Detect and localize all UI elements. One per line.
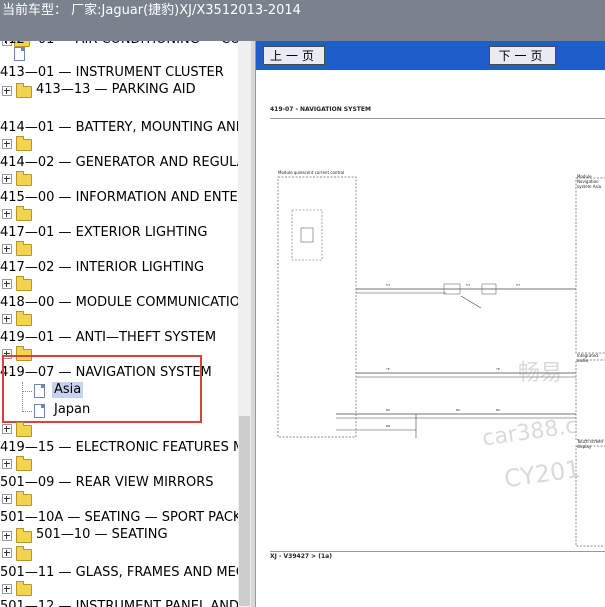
folder-icon xyxy=(16,83,32,98)
tree-item-label: 412—01 — AIR CONDITIONING — CONTROLS xyxy=(0,41,238,49)
folder-icon xyxy=(16,136,32,151)
highlight-box xyxy=(2,355,202,423)
tree-item-label: 417—02 — INTERIOR LIGHTING xyxy=(0,260,205,275)
folder-icon xyxy=(16,276,32,291)
relay-box xyxy=(291,209,323,261)
tree-item[interactable]: 415—00 — INFORMATION AND ENTERTAINMENT xyxy=(0,190,238,208)
svg-text:BU: BU xyxy=(456,408,460,412)
tree-item-label: 501—10 — SEATING xyxy=(36,527,168,542)
svg-text:BU: BU xyxy=(386,408,390,412)
folder-icon xyxy=(16,171,32,186)
integrated-audio-label: Integrated audio xyxy=(577,353,598,363)
divider xyxy=(270,551,605,552)
tree-item-label: 419—15 — ELECTRONIC FEATURES MODULE xyxy=(0,440,238,455)
svg-text:YE: YE xyxy=(386,367,390,371)
tree-item[interactable]: 501—11 — GLASS, FRAMES AND MECHANISMS xyxy=(0,565,238,583)
relay xyxy=(300,227,314,243)
tree-item-label: 413—13 — PARKING AID xyxy=(36,82,196,97)
tree-item-label: 414—01 — BATTERY, MOUNTING AND CABLES xyxy=(0,120,238,135)
module-nav-label: Module Navigation system Asia xyxy=(577,174,602,189)
expand-icon[interactable] xyxy=(2,209,12,219)
svg-text:BN: BN xyxy=(386,424,390,428)
tree-item-label: 501—11 — GLASS, FRAMES AND MECHANISMS xyxy=(0,565,238,580)
module-box xyxy=(575,359,605,441)
page-icon xyxy=(14,47,25,61)
wiring-diagram: UT UT UT YE YE BU BU BU BN xyxy=(277,176,605,547)
expand-icon[interactable] xyxy=(2,424,12,434)
tree-item-label: 501—09 — REAR VIEW MIRRORS xyxy=(0,475,214,490)
folder-icon xyxy=(16,546,32,561)
expand-icon[interactable] xyxy=(2,548,12,558)
tree-item-label: 417—01 — EXTERIOR LIGHTING xyxy=(0,225,208,240)
tree-item[interactable]: 414—01 — BATTERY, MOUNTING AND CABLES xyxy=(0,120,238,138)
folder-icon xyxy=(16,241,32,256)
tree-item[interactable]: 419—15 — ELECTRONIC FEATURES MODULE xyxy=(0,440,238,458)
module-quiescent-label: Module quiescent current control xyxy=(278,170,345,175)
folder-icon xyxy=(16,581,32,596)
folder-icon xyxy=(16,456,32,471)
tree-item[interactable]: 501—10 — SEATING xyxy=(36,527,238,545)
svg-text:BU: BU xyxy=(496,408,500,412)
touch-screen-label: Touch screen display xyxy=(577,439,604,449)
expand-icon[interactable] xyxy=(2,86,12,96)
tree-item[interactable]: 417—02 — INTERIOR LIGHTING xyxy=(0,260,238,278)
folder-icon xyxy=(16,422,32,437)
tree-item-label: 413—01 — INSTRUMENT CLUSTER xyxy=(0,65,224,80)
svg-text:UT: UT xyxy=(466,283,470,287)
tree-item[interactable]: 413—01 — INSTRUMENT CLUSTER xyxy=(0,65,238,83)
tree-item-label: 414—02 — GENERATOR AND REGULATOR xyxy=(0,155,238,170)
expand-icon[interactable] xyxy=(2,139,12,149)
module-box xyxy=(575,445,605,547)
scrollbar-thumb[interactable] xyxy=(239,416,250,606)
document-viewer: 上一页 下一页 419-07 - NAVIGATION SYSTEM UT UT… xyxy=(255,41,605,607)
page-nav-bar: 上一页 下一页 xyxy=(256,41,605,70)
tree-item[interactable]: 417—01 — EXTERIOR LIGHTING xyxy=(0,225,238,243)
folder-icon xyxy=(16,206,32,221)
tree-item-label: 418—00 — MODULE COMMUNICATIONS xyxy=(0,295,238,310)
folder-icon xyxy=(16,491,32,506)
tree-item-label: 501—12 — INSTRUMENT PANEL AND CONSOLE xyxy=(0,599,238,607)
module-box xyxy=(575,177,605,354)
tree-item-label: 415—00 — INFORMATION AND ENTERTAINMENT xyxy=(0,190,238,205)
wiring-diagram-page: 419-07 - NAVIGATION SYSTEM UT UT UT YE Y… xyxy=(256,70,605,607)
tree-item[interactable]: 501—12 — INSTRUMENT PANEL AND CONSOLE xyxy=(0,599,238,607)
expand-icon[interactable] xyxy=(2,531,12,541)
tree-item[interactable]: 414—02 — GENERATOR AND REGULATOR xyxy=(0,155,238,173)
folder-icon xyxy=(16,528,32,543)
expand-icon[interactable] xyxy=(2,174,12,184)
tree-scrollbar[interactable] xyxy=(238,41,251,607)
model-tree[interactable]: 412—01 — AIR CONDITIONING — CONTROLS 413… xyxy=(0,41,238,607)
expand-icon[interactable] xyxy=(2,584,12,594)
window-title: 当前车型： 厂家:Jaguar(捷豹)XJ/X3512013-2014 xyxy=(0,0,605,41)
folder-icon xyxy=(16,311,32,326)
wire xyxy=(460,295,482,309)
prev-page-button[interactable]: 上一页 xyxy=(263,46,325,65)
tree-item[interactable]: 418—00 — MODULE COMMUNICATIONS xyxy=(0,295,238,313)
svg-text:UT: UT xyxy=(516,283,520,287)
next-page-button[interactable]: 下一页 xyxy=(489,46,556,65)
watermark-text: 畅易 xyxy=(518,361,563,386)
tree-item[interactable]: 413—13 — PARKING AID xyxy=(36,82,238,100)
tree-item[interactable]: 501—10A — SEATING — SPORT PACK xyxy=(0,510,238,528)
expand-icon[interactable] xyxy=(2,279,12,289)
doc-footer: XJ - V39427 > (1a) xyxy=(270,553,332,560)
tree-item[interactable]: 419—01 — ANTI—THEFT SYSTEM xyxy=(0,330,238,348)
svg-text:UT: UT xyxy=(386,283,390,287)
expand-icon[interactable] xyxy=(2,459,12,469)
tree-item-label: 501—10A — SEATING — SPORT PACK xyxy=(0,510,238,525)
expand-icon[interactable] xyxy=(2,494,12,504)
tree-item[interactable]: 412—01 — AIR CONDITIONING — CONTROLS xyxy=(0,41,238,49)
tree-item[interactable]: 501—09 — REAR VIEW MIRRORS xyxy=(0,475,238,493)
module-box xyxy=(277,176,357,438)
tree-item-label: 419—01 — ANTI—THEFT SYSTEM xyxy=(0,330,217,345)
svg-text:YE: YE xyxy=(496,367,500,371)
expand-icon[interactable] xyxy=(2,244,12,254)
expand-icon[interactable] xyxy=(2,314,12,324)
